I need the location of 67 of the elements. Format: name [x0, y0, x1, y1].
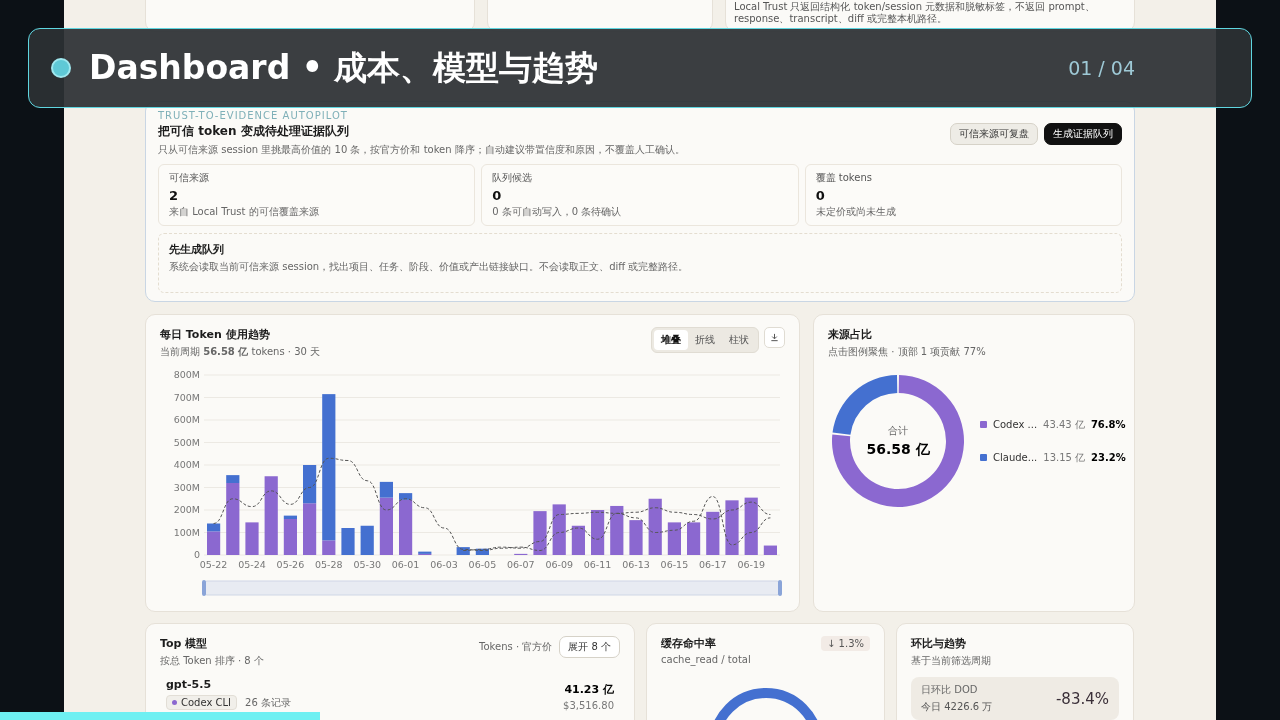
card-subtitle: 点击图例聚焦 · 顶部 1 项贡献 77% [828, 345, 987, 359]
total-value: 56.58 亿 [866, 440, 930, 459]
axis-label: 05-24 [238, 559, 266, 570]
axis-label: 05-30 [353, 559, 381, 570]
card-title: 缓存命中率 [661, 636, 717, 651]
axis-label: 200M [173, 504, 200, 515]
axis-label: 800M [173, 369, 200, 380]
cost-value: $3,516.80 [563, 700, 614, 711]
card-title: 来源占比 [828, 327, 873, 342]
axis-label: 600M [173, 414, 200, 425]
axis-label: 05-26 [276, 559, 305, 570]
axis-label: 06-17 [699, 559, 727, 570]
delta-badge: ↓ 1.3% [821, 636, 870, 651]
compare-label: 日环比 DOD [921, 683, 979, 697]
card-subtitle: 当前周期 56.58 亿 tokens · 30 天 [160, 345, 321, 359]
stat-label: 可信来源 [169, 171, 210, 185]
axis-label: 700M [173, 391, 200, 403]
slide-title: Dashboard • 成本、模型与趋势 [89, 46, 600, 89]
legend-value: 43.43 亿 [1043, 417, 1085, 432]
stat-note: 来自 Local Trust 的可信覆盖来源 [169, 205, 320, 219]
card-subtitle: 按总 Token 排序 · 8 个 [160, 654, 264, 668]
card-title: 把可信 token 变成待处理证据队列 [158, 123, 350, 140]
axis-label: 06-07 [507, 559, 535, 570]
hint-text: 系统会读取当前可信来源 session，找出项目、任务、阶段、价值或产出链接缺口。不会读取正文、diff 或完整路径。 [169, 260, 690, 274]
card-description: 只从可信来源 session 里挑最高价值的 10 条，按官方价和 token 降序；自动建议带置信度和原因，不覆盖人工确认。 [158, 143, 685, 157]
legend-percent: 76.8% [1090, 419, 1126, 430]
card-title: 每日 Token 使用趋势 [160, 327, 271, 342]
axis-label: 05-28 [315, 559, 343, 570]
card-title: Top 模型 [160, 636, 209, 651]
legend-value: 13.15 亿 [1043, 450, 1086, 465]
axis-label: 100M [173, 526, 200, 538]
stat-value: 2 [169, 188, 180, 203]
card-subtitle: 基于当前筛选周期 [911, 654, 992, 668]
axis-label: 300M [173, 481, 200, 493]
stat-note: 未定价或尚未生成 [815, 205, 897, 219]
card-title: 环比与趋势 [911, 636, 967, 651]
axis-label: 06-09 [545, 559, 573, 570]
total-label: 合计 [888, 423, 908, 438]
hint-title: 先生成队列 [169, 242, 225, 257]
axis-label: 500M [173, 436, 200, 448]
axis-label: 06-15 [660, 559, 689, 570]
eyebrow: TRUST-TO-EVIDENCE AUTOPILOT [158, 110, 349, 121]
slide-counter: 01 / 04 [1068, 57, 1135, 79]
card-subtitle: cache_read / total [661, 654, 751, 665]
stat-value: 0 [492, 188, 503, 203]
stat-note: 0 条可自动写入，0 条待确认 [492, 205, 623, 219]
model-name: gpt-5.5 [166, 678, 213, 691]
axis-label: 0 [193, 549, 200, 560]
stat-value: 0 [815, 188, 826, 203]
axis-label: 06-03 [430, 559, 458, 570]
axis-label: 06-19 [737, 559, 765, 570]
axis-label: 06-11 [583, 559, 612, 570]
source-label: Codex CLI [181, 697, 232, 708]
compare-value: -83.4% [1055, 689, 1109, 708]
token-total: 41.23 亿 [563, 682, 614, 697]
axis-label: 06-01 [391, 559, 420, 570]
legend-percent: 23.2% [1091, 452, 1126, 463]
record-count: 26 条记录 [245, 695, 291, 710]
axis-label: 400M [173, 459, 200, 470]
stat-label: 队列候选 [492, 171, 534, 185]
axis-label: 06-05 [468, 559, 497, 570]
axis-label: 06-13 [622, 559, 650, 570]
notice-text: Local Trust 只返回结构化 token/session 元数据和脱敏标签，不返回 prompt、response、transcript、diff 或完整本机路径。 [734, 1, 1096, 25]
meta-text: Tokens · 官方价 [479, 640, 553, 654]
stat-label: 覆盖 tokens [815, 171, 873, 185]
axis-label: 05-22 [199, 559, 228, 570]
compare-note: 今日 4226.6 万 [921, 700, 993, 714]
